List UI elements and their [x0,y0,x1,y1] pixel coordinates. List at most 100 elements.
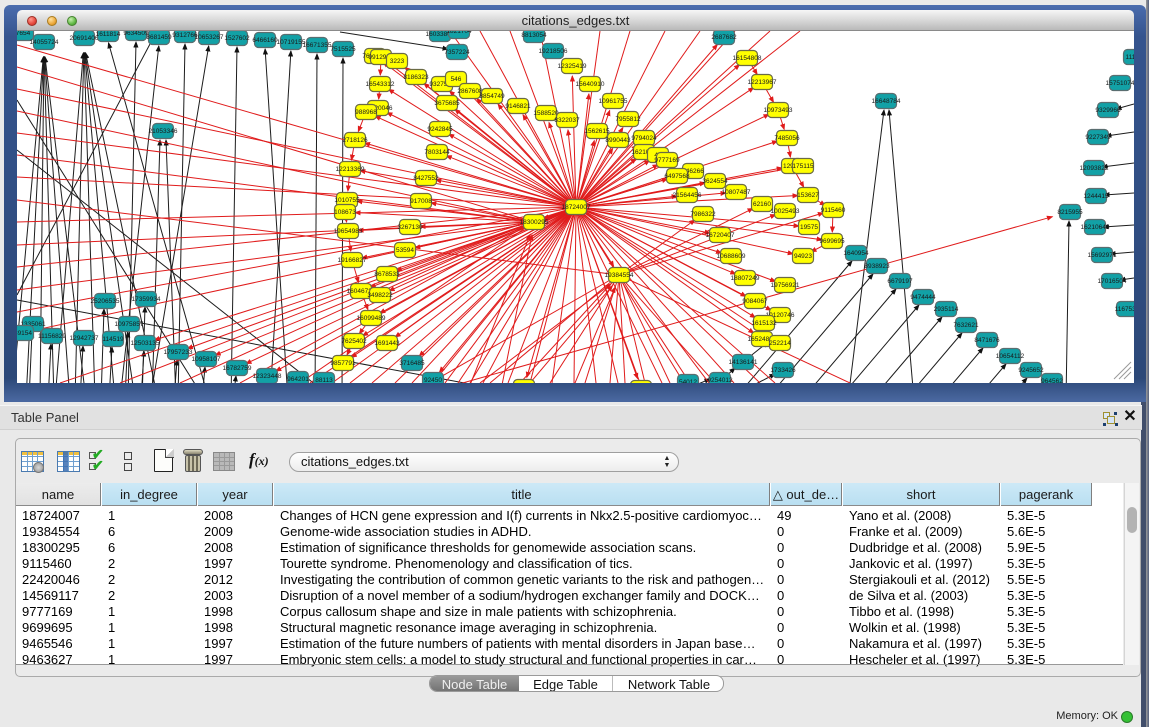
svg-text:16099489: 16099489 [357,315,386,322]
svg-text:7955812: 7955812 [615,116,641,123]
svg-text:8813054: 8813054 [521,32,547,39]
svg-text:3223: 3223 [390,58,405,65]
svg-text:6497568: 6497568 [664,173,690,180]
svg-text:2718126: 2718126 [342,137,368,144]
svg-text:88113: 88113 [315,377,333,383]
svg-text:12093822: 12093822 [1080,165,1109,172]
svg-text:62160: 62160 [753,201,771,208]
svg-text:12213967: 12213967 [748,79,777,86]
svg-text:19218506: 19218506 [539,48,568,55]
svg-text:19654983: 19654983 [334,228,363,235]
svg-text:10973493: 10973493 [764,107,793,114]
svg-text:8427552: 8427552 [413,175,439,182]
svg-text:9227349: 9227349 [1085,134,1111,141]
svg-text:20691406: 20691406 [70,35,99,42]
svg-text:1562615: 1562615 [584,128,610,135]
svg-text:10807487: 10807487 [722,189,751,196]
svg-text:17957233: 17957233 [164,349,193,356]
svg-text:7632621: 7632621 [953,322,979,329]
svg-text:17016504: 17016504 [1098,278,1127,285]
svg-text:9329966: 9329966 [1095,107,1121,114]
svg-text:39154: 39154 [17,330,32,337]
svg-text:17359934: 17359934 [132,296,161,303]
svg-text:12942737: 12942737 [70,335,99,342]
svg-text:16671355: 16671355 [303,42,332,49]
svg-text:19166827: 19166827 [338,257,367,264]
svg-text:25206535: 25206535 [91,298,120,305]
svg-text:3716485: 3716485 [399,360,425,367]
svg-text:3624554: 3624554 [702,178,728,185]
svg-text:10719155: 10719155 [277,39,306,46]
svg-text:7654: 7654 [17,31,31,37]
svg-text:10654112: 10654112 [996,353,1025,360]
svg-text:2687682: 2687682 [711,34,737,41]
svg-text:108673: 108673 [334,209,356,216]
svg-text:14136141: 14136141 [729,359,758,366]
svg-text:1691443: 1691443 [374,340,400,347]
svg-text:8215955: 8215955 [1057,209,1083,216]
svg-text:7357224: 7357224 [444,49,470,56]
svg-text:8322037: 8322037 [554,117,580,124]
svg-text:8678533: 8678533 [374,271,400,278]
svg-text:1733426: 1733426 [770,367,796,374]
svg-text:1640954: 1640954 [843,250,869,257]
svg-text:6466160: 6466160 [252,37,278,44]
svg-text:3498222: 3498222 [367,292,393,299]
svg-text:10958107: 10958107 [192,356,221,363]
svg-text:7986322: 7986322 [690,211,716,218]
svg-text:15751074: 15751074 [1106,80,1134,87]
svg-text:9242845: 9242845 [427,126,453,133]
svg-text:19756921: 19756921 [771,282,800,289]
svg-text:10025493: 10025493 [771,208,800,215]
svg-text:10975857: 10975857 [115,321,144,328]
svg-text:19575: 19575 [800,224,818,231]
svg-text:7625402: 7625402 [341,338,367,345]
svg-text:3267130: 3267130 [397,224,423,231]
svg-text:1244415: 1244415 [1083,193,1109,200]
svg-text:8938923: 8938923 [864,263,890,270]
svg-text:9699695: 9699695 [819,238,845,245]
svg-text:7803144: 7803144 [424,149,450,156]
svg-text:9777169: 9777169 [654,157,680,164]
svg-text:10653267: 10653267 [195,34,224,41]
svg-text:19384554: 19384554 [605,272,634,279]
svg-text:11124: 11124 [1125,54,1134,61]
svg-text:153627: 153627 [797,192,819,199]
svg-text:7515525: 7515525 [330,46,356,53]
svg-text:114519: 114519 [102,336,124,343]
svg-text:1167533: 1167533 [1115,306,1134,313]
svg-text:12323448: 12323448 [253,373,282,380]
svg-text:12325419: 12325419 [558,63,587,70]
svg-text:1821704: 1821704 [446,31,472,35]
svg-text:9254012: 9254012 [707,377,733,383]
svg-text:14055724: 14055724 [30,39,59,46]
svg-text:8471676: 8471676 [974,337,1000,344]
svg-text:8854749: 8854749 [479,93,505,100]
svg-text:18300295: 18300295 [520,219,549,226]
svg-text:94923: 94923 [794,253,812,260]
svg-text:15640910: 15640910 [576,81,605,88]
svg-text:6679197: 6679197 [887,278,913,285]
svg-text:1611814: 1611814 [96,31,121,38]
svg-text:1010755: 1010755 [334,197,360,204]
svg-text:9084067: 9084067 [742,298,768,305]
svg-text:546: 546 [451,76,462,83]
svg-text:16154808: 16154808 [733,55,762,62]
svg-text:9474444: 9474444 [910,294,936,301]
svg-text:8186323: 8186323 [403,74,429,81]
svg-text:16543312: 16543312 [366,81,395,88]
svg-text:9857791: 9857791 [330,360,356,367]
svg-text:16210643: 16210643 [1081,224,1110,231]
svg-text:18724007: 18724007 [562,204,591,211]
svg-text:8990443: 8990443 [605,137,631,144]
svg-text:3675685: 3675685 [434,100,460,107]
svg-text:9634509: 9634509 [123,31,149,37]
svg-text:11156829: 11156829 [38,333,66,340]
svg-text:92450: 92450 [424,377,442,383]
svg-text:9245652: 9245652 [1018,367,1044,374]
svg-text:9146821: 9146821 [505,103,531,110]
svg-text:10688609: 10688609 [717,253,746,260]
svg-text:16782759: 16782759 [223,365,252,372]
svg-text:15692971: 15692971 [1088,252,1117,259]
svg-text:8681459: 8681459 [146,34,172,41]
